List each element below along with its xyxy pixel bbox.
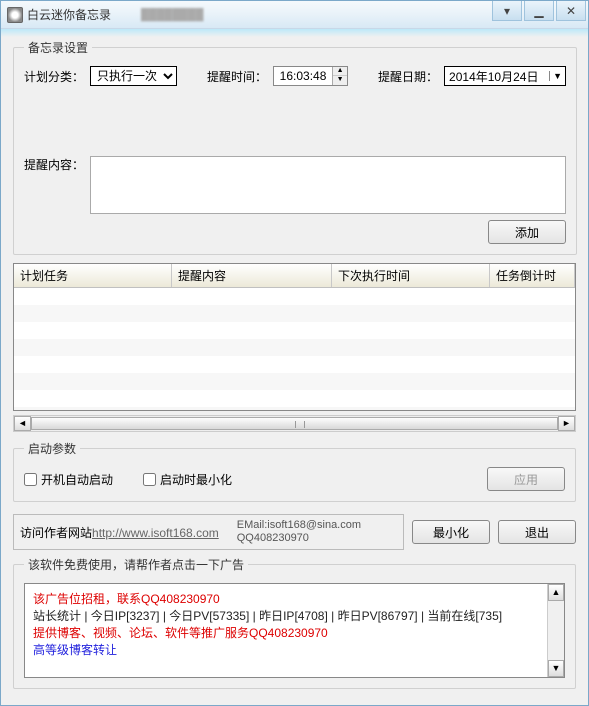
author-contact: EMail:isoft168@sina.comQQ408230970: [237, 519, 361, 545]
start-minimized-checkbox[interactable]: 启动时最小化: [143, 471, 232, 488]
main-window: 白云迷你备忘录 ████████ ▾ ▁ ✕ 备忘录设置 计划分类： 只执行一次…: [0, 0, 589, 706]
col-plan-task[interactable]: 计划任务: [14, 264, 172, 287]
plan-category-select[interactable]: 只执行一次: [90, 66, 177, 86]
remind-date-input[interactable]: 2014年10月24日 ▼: [444, 66, 566, 86]
remind-date-value: 2014年10月24日: [449, 68, 549, 85]
ad-line-rent[interactable]: 该广告位招租，联系QQ408230970: [33, 590, 556, 607]
col-next-exec[interactable]: 下次执行时间: [332, 264, 490, 287]
ad-stats: 站长统计 | 今日IP[3237] | 今日PV[57335] | 昨日IP[4…: [33, 607, 556, 624]
startup-legend: 启动参数: [24, 440, 80, 457]
ad-box[interactable]: 该广告位招租，联系QQ408230970 站长统计 | 今日IP[3237] |…: [24, 583, 565, 678]
col-remind-content[interactable]: 提醒内容: [172, 264, 332, 287]
task-table[interactable]: 计划任务 提醒内容 下次执行时间 任务倒计时: [13, 263, 576, 411]
memo-settings-group: 备忘录设置 计划分类： 只执行一次 提醒时间： ▲ ▼ 提醒日期：: [13, 39, 577, 255]
col-countdown[interactable]: 任务倒计时: [490, 264, 575, 287]
ad-line-blog[interactable]: 高等级博客转让: [33, 641, 556, 658]
plan-category-label: 计划分类：: [24, 68, 84, 85]
ad-line-promo[interactable]: 提供博客、视频、论坛、软件等推广服务QQ408230970: [33, 624, 556, 641]
auto-start-checkbox[interactable]: 开机自动启动: [24, 471, 113, 488]
scroll-left-icon[interactable]: ◄: [14, 416, 31, 431]
minimize-button[interactable]: ▁: [524, 1, 554, 21]
horizontal-scrollbar[interactable]: ◄ ►: [13, 415, 576, 432]
titlebar[interactable]: 白云迷你备忘录 ████████ ▾ ▁ ✕: [1, 1, 588, 29]
titlebar-blur-text: ████████: [141, 9, 492, 21]
ad-vertical-scrollbar[interactable]: ▲ ▼: [547, 584, 564, 677]
ad-legend: 该软件免费使用，请帮作者点击一下广告: [24, 556, 248, 573]
links-row: 访问作者网站http://www.isoft168.com EMail:isof…: [13, 514, 576, 550]
time-spin-up[interactable]: ▲: [333, 67, 347, 76]
memo-settings-legend: 备忘录设置: [24, 39, 92, 56]
remind-content-label: 提醒内容：: [24, 156, 84, 173]
scroll-down-icon[interactable]: ▼: [548, 660, 564, 677]
scroll-up-icon[interactable]: ▲: [548, 584, 564, 601]
auto-start-input[interactable]: [24, 473, 37, 486]
remind-time-field[interactable]: [274, 69, 332, 83]
app-icon: [7, 7, 23, 23]
table-body[interactable]: [14, 288, 575, 410]
add-button[interactable]: 添加: [488, 220, 566, 244]
minimize-app-button[interactable]: 最小化: [412, 520, 490, 544]
visit-author-label: 访问作者网站: [20, 526, 92, 540]
window-title: 白云迷你备忘录: [27, 6, 111, 23]
dropdown-button[interactable]: ▾: [492, 1, 522, 21]
remind-content-textarea[interactable]: [90, 156, 566, 214]
ad-group: 该软件免费使用，请帮作者点击一下广告 该广告位招租，联系QQ408230970 …: [13, 556, 576, 689]
date-dropdown-icon[interactable]: ▼: [549, 71, 565, 81]
table-header: 计划任务 提醒内容 下次执行时间 任务倒计时: [14, 264, 575, 288]
author-url[interactable]: http://www.isoft168.com: [92, 526, 219, 540]
remind-time-input[interactable]: ▲ ▼: [273, 66, 348, 86]
time-spin-down[interactable]: ▼: [333, 76, 347, 85]
remind-date-label: 提醒日期：: [378, 68, 438, 85]
exit-button[interactable]: 退出: [498, 520, 576, 544]
scroll-right-icon[interactable]: ►: [558, 416, 575, 431]
client-area: 备忘录设置 计划分类： 只执行一次 提醒时间： ▲ ▼ 提醒日期：: [1, 29, 588, 705]
start-minimized-input[interactable]: [143, 473, 156, 486]
scroll-thumb[interactable]: [31, 417, 558, 430]
apply-button[interactable]: 应用: [487, 467, 565, 491]
close-button[interactable]: ✕: [556, 1, 586, 21]
author-link-box: 访问作者网站http://www.isoft168.com EMail:isof…: [13, 514, 404, 550]
startup-group: 启动参数 开机自动启动 启动时最小化 应用: [13, 440, 576, 502]
remind-time-label: 提醒时间：: [207, 68, 267, 85]
